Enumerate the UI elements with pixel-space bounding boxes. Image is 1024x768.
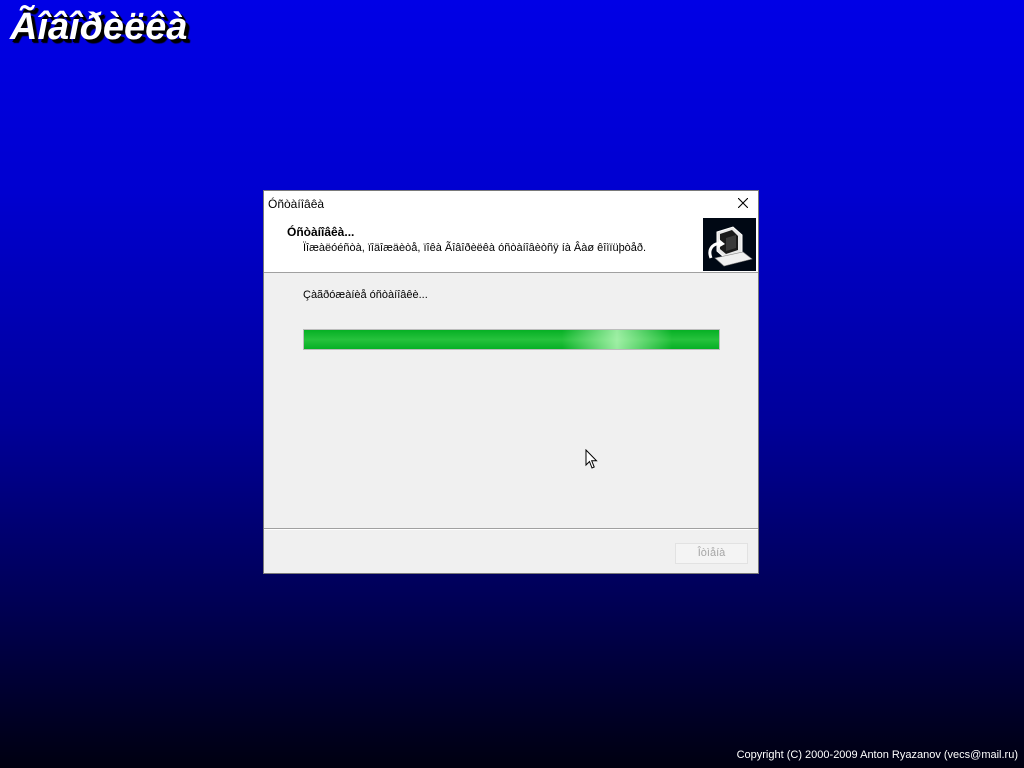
footer-divider [264,528,758,530]
close-icon [738,198,748,208]
status-text: Çàãðóæàíèå óñòàíîâêè... [303,289,428,301]
next-button[interactable]: Îòìåíà [675,543,748,564]
installer-computer-icon [703,218,756,271]
dialog-title: Óñòàíîâêà [268,197,325,211]
dialog-titlebar[interactable]: Óñòàíîâêà [264,191,758,216]
progress-bar [303,329,720,350]
header-panel: Óñòàíîâêà... Ïîæàëóéñòà, ïîäîæäèòå, ïîêà… [264,216,758,273]
header-subtitle: Ïîæàëóéñòà, ïîäîæäèòå, ïîêà Ãîâîðèëêà óñ… [303,242,647,254]
app-title: Ãîâîðèëêà [10,6,188,48]
close-button[interactable] [728,191,758,216]
header-title: Óñòàíîâêà... [287,225,355,239]
copyright-text: Copyright (C) 2000-2009 Anton Ryazanov (… [736,749,1018,761]
mouse-cursor-icon [585,449,598,469]
installer-dialog: Óñòàíîâêà Óñòàíîâêà... Ïîæàëóéñòà, ïîäîæ… [263,190,759,574]
progress-marquee-highlight [561,330,672,349]
